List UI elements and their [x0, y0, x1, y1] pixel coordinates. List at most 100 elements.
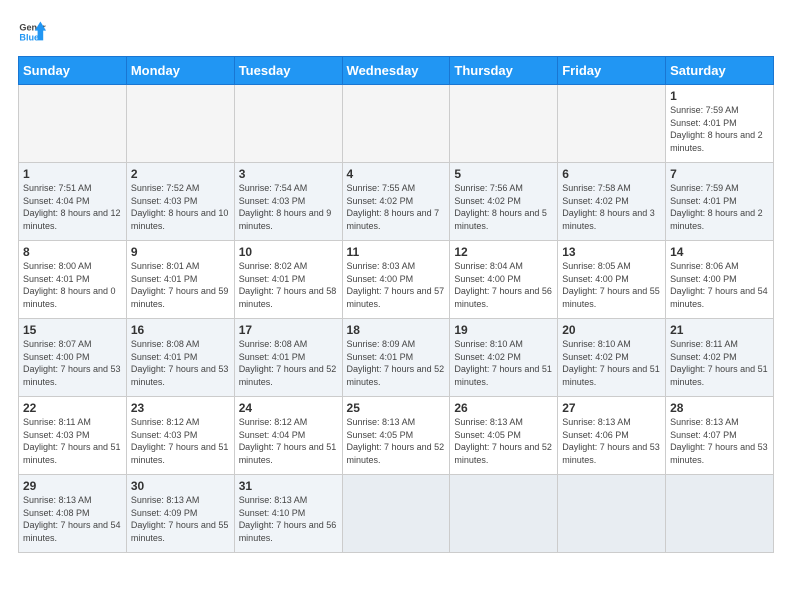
day-number: 10: [239, 245, 338, 259]
page: General Blue SundayMondayTuesdayWednesda…: [0, 0, 792, 563]
calendar-cell: 28 Sunrise: 8:13 AM Sunset: 4:07 PM Dayl…: [666, 397, 774, 475]
calendar-cell: 5 Sunrise: 7:56 AM Sunset: 4:02 PM Dayli…: [450, 163, 558, 241]
day-number: 25: [347, 401, 446, 415]
day-number: 22: [23, 401, 122, 415]
calendar-cell: 2 Sunrise: 7:52 AM Sunset: 4:03 PM Dayli…: [126, 163, 234, 241]
calendar-cell: 11 Sunrise: 8:03 AM Sunset: 4:00 PM Dayl…: [342, 241, 450, 319]
calendar-cell: [558, 475, 666, 553]
day-number: 28: [670, 401, 769, 415]
column-header-saturday: Saturday: [666, 57, 774, 85]
day-info: Sunrise: 8:10 AM Sunset: 4:02 PM Dayligh…: [562, 338, 661, 388]
calendar-cell: 23 Sunrise: 8:12 AM Sunset: 4:03 PM Dayl…: [126, 397, 234, 475]
calendar-cell: 19 Sunrise: 8:10 AM Sunset: 4:02 PM Dayl…: [450, 319, 558, 397]
day-info: Sunrise: 8:05 AM Sunset: 4:00 PM Dayligh…: [562, 260, 661, 310]
calendar-cell: 30 Sunrise: 8:13 AM Sunset: 4:09 PM Dayl…: [126, 475, 234, 553]
day-info: Sunrise: 8:11 AM Sunset: 4:03 PM Dayligh…: [23, 416, 122, 466]
day-number: 3: [239, 167, 338, 181]
day-number: 14: [670, 245, 769, 259]
day-number: 12: [454, 245, 553, 259]
calendar-cell: 22 Sunrise: 8:11 AM Sunset: 4:03 PM Dayl…: [19, 397, 127, 475]
calendar-cell: [19, 85, 127, 163]
calendar-cell: 15 Sunrise: 8:07 AM Sunset: 4:00 PM Dayl…: [19, 319, 127, 397]
day-number: 23: [131, 401, 230, 415]
calendar-cell: 14 Sunrise: 8:06 AM Sunset: 4:00 PM Dayl…: [666, 241, 774, 319]
day-info: Sunrise: 8:13 AM Sunset: 4:07 PM Dayligh…: [670, 416, 769, 466]
column-header-tuesday: Tuesday: [234, 57, 342, 85]
day-number: 20: [562, 323, 661, 337]
day-info: Sunrise: 8:13 AM Sunset: 4:06 PM Dayligh…: [562, 416, 661, 466]
day-info: Sunrise: 8:13 AM Sunset: 4:05 PM Dayligh…: [454, 416, 553, 466]
day-info: Sunrise: 8:02 AM Sunset: 4:01 PM Dayligh…: [239, 260, 338, 310]
calendar-cell: [342, 85, 450, 163]
calendar-cell: [342, 475, 450, 553]
day-number: 29: [23, 479, 122, 493]
calendar-cell: 29 Sunrise: 8:13 AM Sunset: 4:08 PM Dayl…: [19, 475, 127, 553]
calendar-cell: 17 Sunrise: 8:08 AM Sunset: 4:01 PM Dayl…: [234, 319, 342, 397]
day-number: 18: [347, 323, 446, 337]
calendar-cell: 13 Sunrise: 8:05 AM Sunset: 4:00 PM Dayl…: [558, 241, 666, 319]
day-number: 16: [131, 323, 230, 337]
day-info: Sunrise: 8:13 AM Sunset: 4:05 PM Dayligh…: [347, 416, 446, 466]
calendar-cell: 6 Sunrise: 7:58 AM Sunset: 4:02 PM Dayli…: [558, 163, 666, 241]
day-number: 1: [23, 167, 122, 181]
day-info: Sunrise: 8:08 AM Sunset: 4:01 PM Dayligh…: [131, 338, 230, 388]
day-info: Sunrise: 8:04 AM Sunset: 4:00 PM Dayligh…: [454, 260, 553, 310]
calendar-cell: [234, 85, 342, 163]
calendar-cell: 3 Sunrise: 7:54 AM Sunset: 4:03 PM Dayli…: [234, 163, 342, 241]
day-number: 21: [670, 323, 769, 337]
day-info: Sunrise: 8:03 AM Sunset: 4:00 PM Dayligh…: [347, 260, 446, 310]
calendar-cell: [558, 85, 666, 163]
day-info: Sunrise: 7:56 AM Sunset: 4:02 PM Dayligh…: [454, 182, 553, 232]
day-info: Sunrise: 8:10 AM Sunset: 4:02 PM Dayligh…: [454, 338, 553, 388]
day-info: Sunrise: 8:13 AM Sunset: 4:10 PM Dayligh…: [239, 494, 338, 544]
day-number: 15: [23, 323, 122, 337]
day-info: Sunrise: 8:06 AM Sunset: 4:00 PM Dayligh…: [670, 260, 769, 310]
calendar-cell: 1 Sunrise: 7:59 AM Sunset: 4:01 PM Dayli…: [666, 85, 774, 163]
day-info: Sunrise: 7:55 AM Sunset: 4:02 PM Dayligh…: [347, 182, 446, 232]
day-number: 5: [454, 167, 553, 181]
day-info: Sunrise: 8:01 AM Sunset: 4:01 PM Dayligh…: [131, 260, 230, 310]
day-info: Sunrise: 7:52 AM Sunset: 4:03 PM Dayligh…: [131, 182, 230, 232]
calendar-cell: 16 Sunrise: 8:08 AM Sunset: 4:01 PM Dayl…: [126, 319, 234, 397]
day-number: 6: [562, 167, 661, 181]
day-info: Sunrise: 7:58 AM Sunset: 4:02 PM Dayligh…: [562, 182, 661, 232]
day-info: Sunrise: 7:59 AM Sunset: 4:01 PM Dayligh…: [670, 104, 769, 154]
calendar-cell: 24 Sunrise: 8:12 AM Sunset: 4:04 PM Dayl…: [234, 397, 342, 475]
calendar-cell: 1 Sunrise: 7:51 AM Sunset: 4:04 PM Dayli…: [19, 163, 127, 241]
calendar-cell: 21 Sunrise: 8:11 AM Sunset: 4:02 PM Dayl…: [666, 319, 774, 397]
day-info: Sunrise: 8:00 AM Sunset: 4:01 PM Dayligh…: [23, 260, 122, 310]
day-number: 1: [670, 89, 769, 103]
calendar-cell: 9 Sunrise: 8:01 AM Sunset: 4:01 PM Dayli…: [126, 241, 234, 319]
day-info: Sunrise: 8:13 AM Sunset: 4:08 PM Dayligh…: [23, 494, 122, 544]
day-number: 11: [347, 245, 446, 259]
svg-text:Blue: Blue: [19, 32, 39, 42]
column-header-sunday: Sunday: [19, 57, 127, 85]
calendar-cell: 31 Sunrise: 8:13 AM Sunset: 4:10 PM Dayl…: [234, 475, 342, 553]
day-number: 27: [562, 401, 661, 415]
day-number: 8: [23, 245, 122, 259]
calendar-cell: [126, 85, 234, 163]
day-number: 24: [239, 401, 338, 415]
day-number: 2: [131, 167, 230, 181]
calendar-table: SundayMondayTuesdayWednesdayThursdayFrid…: [18, 56, 774, 553]
day-number: 7: [670, 167, 769, 181]
day-number: 31: [239, 479, 338, 493]
calendar-cell: [666, 475, 774, 553]
column-header-wednesday: Wednesday: [342, 57, 450, 85]
column-header-thursday: Thursday: [450, 57, 558, 85]
column-header-monday: Monday: [126, 57, 234, 85]
day-info: Sunrise: 7:59 AM Sunset: 4:01 PM Dayligh…: [670, 182, 769, 232]
calendar-cell: 25 Sunrise: 8:13 AM Sunset: 4:05 PM Dayl…: [342, 397, 450, 475]
day-info: Sunrise: 8:07 AM Sunset: 4:00 PM Dayligh…: [23, 338, 122, 388]
day-number: 9: [131, 245, 230, 259]
day-number: 4: [347, 167, 446, 181]
header: General Blue: [18, 18, 774, 46]
day-number: 13: [562, 245, 661, 259]
column-header-friday: Friday: [558, 57, 666, 85]
calendar-cell: 18 Sunrise: 8:09 AM Sunset: 4:01 PM Dayl…: [342, 319, 450, 397]
calendar-cell: [450, 85, 558, 163]
calendar-cell: 7 Sunrise: 7:59 AM Sunset: 4:01 PM Dayli…: [666, 163, 774, 241]
day-number: 19: [454, 323, 553, 337]
day-number: 26: [454, 401, 553, 415]
calendar-cell: 27 Sunrise: 8:13 AM Sunset: 4:06 PM Dayl…: [558, 397, 666, 475]
